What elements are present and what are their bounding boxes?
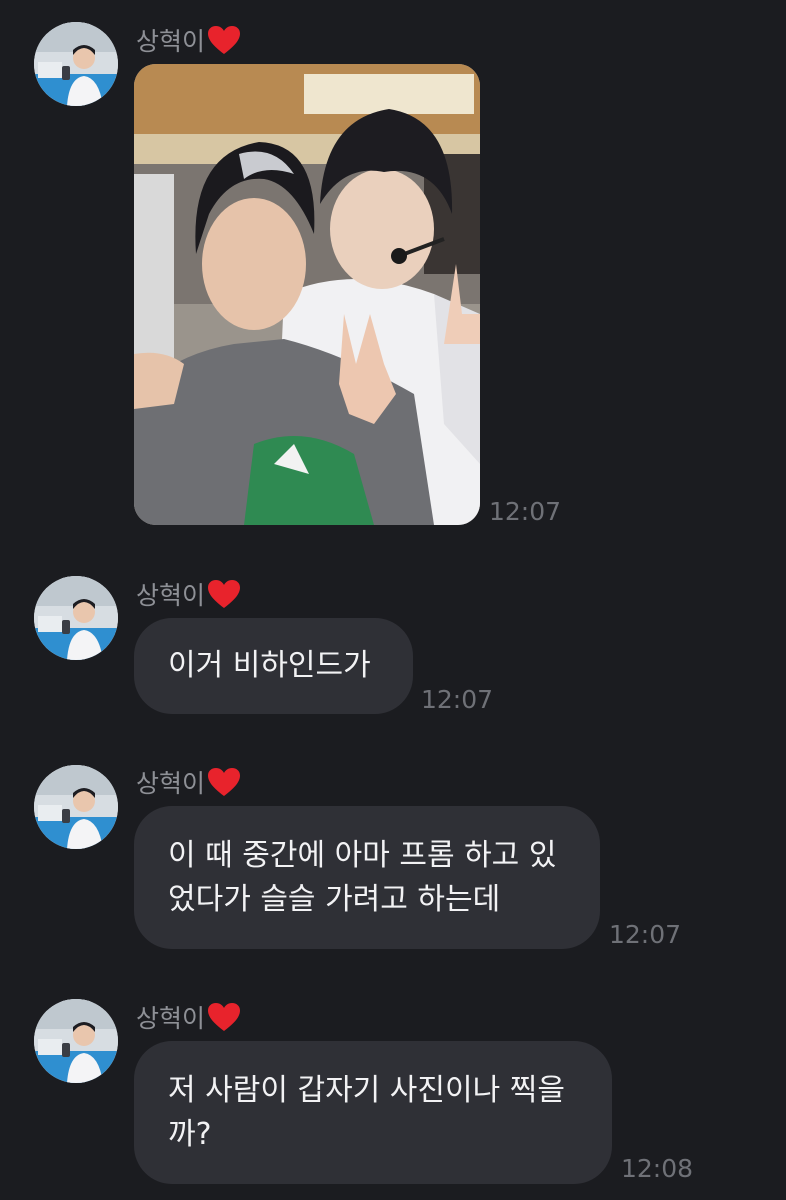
heart-icon: [207, 767, 241, 797]
message-text-line: 이거 비하인드가: [168, 648, 371, 683]
message-bubble[interactable]: 이거 비하인드가: [134, 618, 413, 714]
sender-label: 상혁이: [136, 1000, 241, 1034]
chat-thread: 상혁이 12:07 상혁이 이거 비하인드가 12:07 상혁이 이 때 중간에…: [0, 0, 786, 1200]
sender-name: 상혁이: [136, 1004, 206, 1033]
avatar[interactable]: [34, 765, 118, 849]
message-text-line: 이 때 중간에 아마 프롬 하고 있: [168, 838, 557, 873]
message-photo: 상혁이 12:07: [0, 0, 786, 540]
message-bubble[interactable]: 이 때 중간에 아마 프롬 하고 있 었다가 슬슬 가려고 하는데: [134, 806, 600, 949]
message-time: 12:07: [609, 920, 682, 949]
heart-icon: [207, 1002, 241, 1032]
sender-name: 상혁이: [136, 581, 206, 610]
heart-icon: [207, 25, 241, 55]
message-bubble[interactable]: 저 사람이 갑자기 사진이나 찍을 까?: [134, 1041, 612, 1184]
heart-icon: [207, 579, 241, 609]
avatar[interactable]: [34, 22, 118, 106]
sender-label: 상혁이: [136, 577, 241, 611]
shared-photo[interactable]: [134, 64, 480, 525]
sender-label: 상혁이: [136, 23, 241, 57]
avatar[interactable]: [34, 999, 118, 1083]
message-time: 12:08: [621, 1154, 694, 1183]
avatar[interactable]: [34, 576, 118, 660]
message-text-line: 저 사람이 갑자기 사진이나 찍을: [168, 1073, 565, 1108]
sender-label: 상혁이: [136, 765, 241, 799]
message-text-line: 까?: [168, 1117, 212, 1152]
sender-name: 상혁이: [136, 769, 206, 798]
message-time: 12:07: [489, 497, 562, 526]
sender-name: 상혁이: [136, 27, 206, 56]
message-time: 12:07: [421, 685, 494, 714]
message-text-line: 었다가 슬슬 가려고 하는데: [168, 882, 501, 917]
